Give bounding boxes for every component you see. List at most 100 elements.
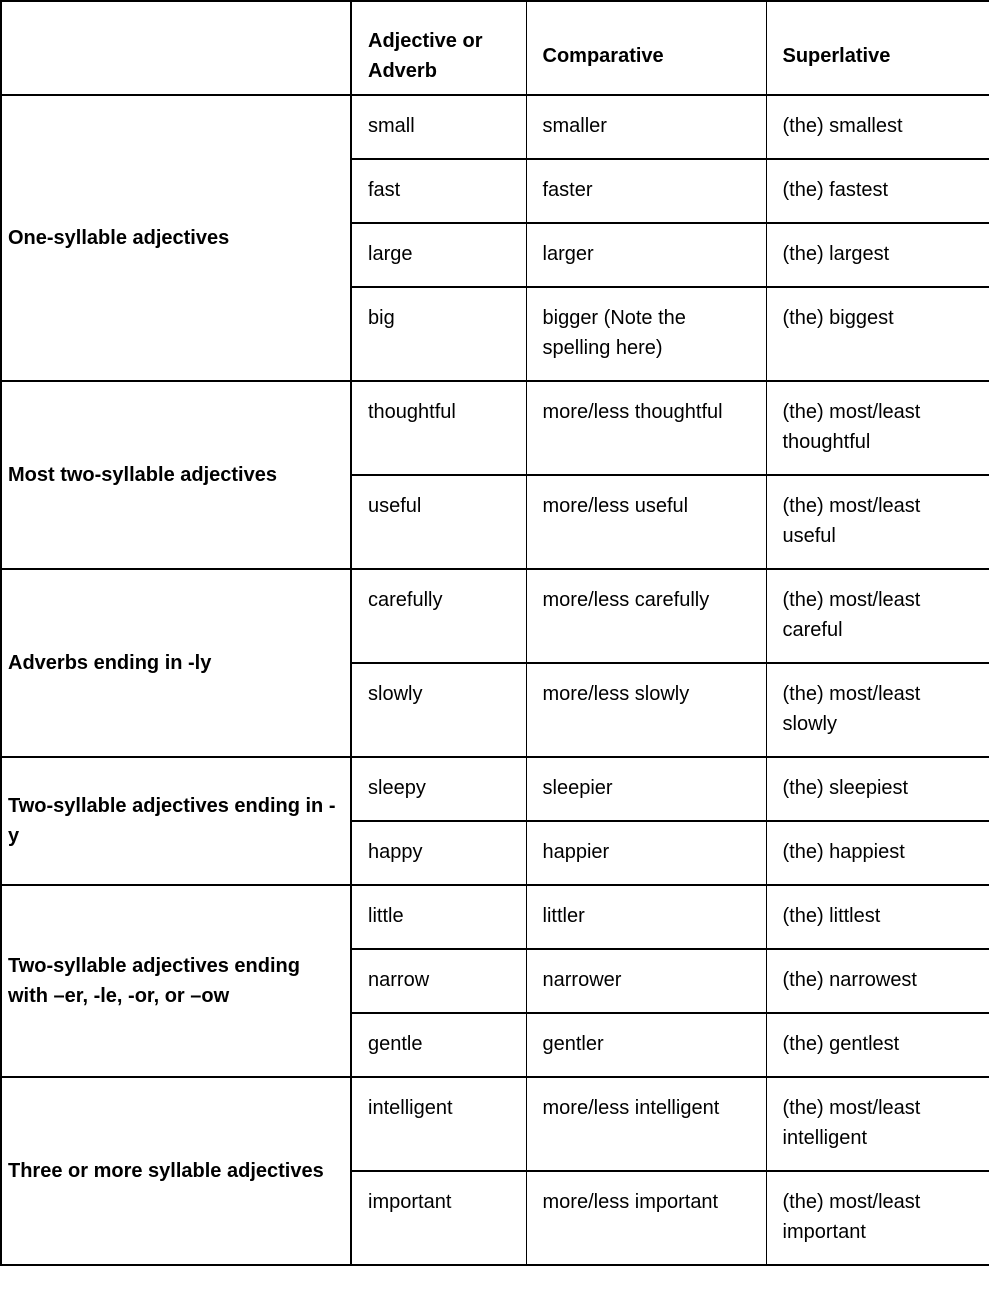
form-cell: gentle [350,1012,527,1078]
form-cell: sleepy [350,756,527,822]
form-cell: large [350,222,527,288]
comparative-text: narrower [542,969,622,991]
header-row: Adjective or Adverb Comparative Superlat… [0,0,989,96]
form-text: thoughtful [368,401,456,423]
superlative-text: (the) sleepiest [782,777,909,799]
form-cell: thoughtful [350,380,527,476]
category-cell: Two-syllable adjectives ending in -y [0,756,352,886]
comparative-text: more/less important [542,1191,719,1213]
form-cell: little [350,884,527,950]
comparative-cell: more/less slowly [525,662,767,758]
comparative-cell: more/less important [525,1170,767,1266]
comparative-text: littler [542,905,585,927]
comparative-text: gentler [542,1033,604,1055]
comparative-cell: more/less carefully [525,568,767,664]
table-row: Two-syllable adjectives ending with –er,… [0,884,989,1078]
superlative-text: (the) narrowest [782,969,918,991]
superlative-cell: (the) fastest [765,158,989,224]
comparative-text: more/less slowly [542,683,690,705]
table-row: Three or more syllable adjectives intelli… [0,1076,989,1266]
form-text: happy [368,841,423,863]
form-cell: small [350,94,527,160]
comparative-cell: more/less thoughtful [525,380,767,476]
comparative-text: smaller [542,115,607,137]
form-text: fast [368,179,401,201]
header-form-label: Adjective or Adverb [368,29,483,82]
superlative-cell: (the) most/least important [765,1170,989,1266]
comparative-cell: littler [525,884,767,950]
comparative-text: happier [542,841,610,863]
comparative-text: more/less useful [542,495,689,517]
superlative-cell: (the) biggest [765,286,989,382]
superlative-text: (the) happiest [782,841,905,863]
category-cell: Most two-syllable adjectives [0,380,352,570]
superlative-text: (the) largest [782,243,890,265]
superlative-cell: (the) most/least useful [765,474,989,570]
form-cell: slowly [350,662,527,758]
category-label: Two-syllable adjectives ending with –er,… [8,955,300,1007]
form-cell: big [350,286,527,382]
superlative-cell: (the) sleepiest [765,756,989,822]
superlative-cell: (the) gentlest [765,1012,989,1078]
form-text: intelligent [368,1097,453,1119]
comparative-text: larger [542,243,594,265]
category-cell: One-syllable adjectives [0,94,352,382]
category-cell: Three or more syllable adjectives [0,1076,352,1266]
category-cell: Two-syllable adjectives ending with –er,… [0,884,352,1078]
comparative-cell: faster [525,158,767,224]
superlative-text: (the) smallest [782,115,903,137]
category-label: Most two-syllable adjectives [8,464,277,486]
table-row: Most two-syllable adjectives thoughtful mo… [0,380,989,570]
table-row: One-syllable adjectives small smaller (the)… [0,94,989,382]
superlative-text: (the) most/least careful [782,589,921,641]
form-text: important [368,1191,452,1213]
comparative-cell: narrower [525,948,767,1014]
superlative-text: (the) littlest [782,905,881,927]
form-cell: important [350,1170,527,1266]
superlative-cell: (the) most/least thoughtful [765,380,989,476]
superlative-text: (the) fastest [782,179,889,201]
superlative-cell: (the) most/least careful [765,568,989,664]
superlative-cell: (the) narrowest [765,948,989,1014]
superlative-cell: (the) most/least intelligent [765,1076,989,1172]
form-text: slowly [368,683,423,705]
form-cell: carefully [350,568,527,664]
category-cell: Adverbs ending in -ly [0,568,352,758]
comparison-table: Adjective or Adverb Comparative Superlat… [0,0,989,1266]
form-text: carefully [368,589,443,611]
comparative-text: more/less intelligent [542,1097,720,1119]
comparative-text: faster [542,179,593,201]
superlative-cell: (the) littlest [765,884,989,950]
comparative-cell: bigger (Note the spelling here) [525,286,767,382]
form-cell: intelligent [350,1076,527,1172]
comparative-cell: sleepier [525,756,767,822]
category-label: Three or more syllable adjectives [8,1160,324,1182]
category-label: One-syllable adjectives [8,227,230,249]
category-label: Two-syllable adjectives ending in -y [8,795,336,847]
form-text: useful [368,495,422,517]
superlative-cell: (the) largest [765,222,989,288]
superlative-text: (the) most/least important [782,1191,921,1243]
form-cell: useful [350,474,527,570]
comparative-cell: gentler [525,1012,767,1078]
superlative-cell: (the) most/least slowly [765,662,989,758]
header-comparative-label: Comparative [542,44,664,67]
category-label: Adverbs ending in -ly [8,652,212,674]
superlative-text: (the) most/least slowly [782,683,921,735]
superlative-text: (the) most/least intelligent [782,1097,921,1149]
header-category-cell [0,0,352,96]
comparative-cell: more/less useful [525,474,767,570]
header-comparative-cell: Comparative [525,0,767,96]
form-text: narrow [368,969,430,991]
comparative-text: more/less carefully [542,589,710,611]
superlative-cell: (the) smallest [765,94,989,160]
form-text: gentle [368,1033,423,1055]
form-cell: fast [350,158,527,224]
form-text: little [368,905,404,927]
comparative-text: more/less thoughtful [542,401,723,423]
table-row: Adverbs ending in -ly carefully more/less … [0,568,989,758]
comparative-cell: more/less intelligent [525,1076,767,1172]
superlative-text: (the) biggest [782,307,894,329]
superlative-text: (the) gentlest [782,1033,900,1055]
comparative-cell: happier [525,820,767,886]
